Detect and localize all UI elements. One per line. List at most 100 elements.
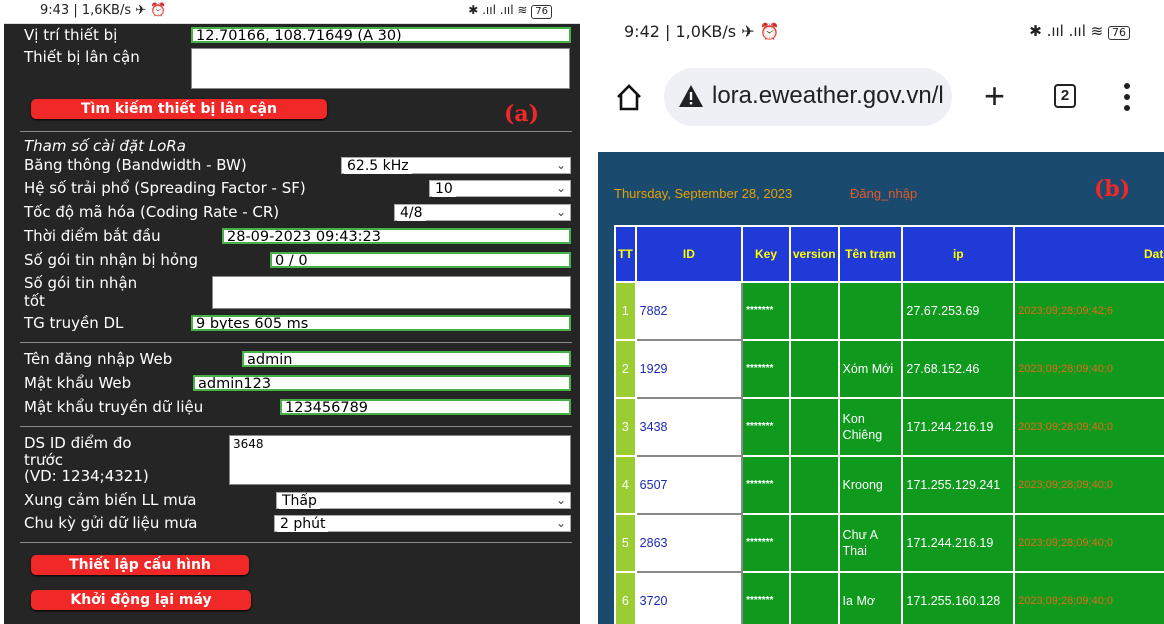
web-password-field[interactable]: admin123 bbox=[193, 375, 571, 391]
home-icon[interactable] bbox=[616, 82, 642, 112]
cell-key: ******* bbox=[741, 513, 791, 573]
battery-icon: 76 bbox=[531, 5, 552, 19]
device-location-label: Vị trí thiết bị bbox=[24, 26, 118, 44]
panel-b-web-portal: 9:42 | 1,0KB/s ✈︎ ⏰ ✱ .ııl .ııl ≋ 76 lor… bbox=[598, 0, 1164, 624]
cell-id[interactable]: 3720 bbox=[634, 571, 744, 624]
good-packets-textarea[interactable] bbox=[212, 276, 571, 309]
bad-packets-field[interactable]: 0 / 0 bbox=[270, 252, 571, 268]
device-location-field[interactable]: 12.70166, 108.71649 (A 30) bbox=[191, 27, 571, 43]
header-col-data: Data bbox=[1013, 225, 1164, 283]
url-bar[interactable]: lora.eweather.gov.vn/l bbox=[664, 68, 952, 126]
cell-version bbox=[788, 281, 840, 341]
login-link[interactable]: Đăng_nhập bbox=[850, 186, 917, 201]
rain-pulse-label: Xung cảm biến LL mưa bbox=[24, 491, 197, 509]
web-username-label: Tên đăng nhập Web bbox=[24, 350, 173, 368]
cell-version bbox=[788, 339, 840, 399]
nearby-devices-textarea[interactable] bbox=[191, 48, 570, 89]
cell-id[interactable]: 2863 bbox=[634, 513, 744, 573]
cell-key: ******* bbox=[741, 571, 791, 624]
cell-tt: 6 bbox=[614, 571, 637, 624]
status-time: 9:43 | 1,6KB/s ✈︎ ⏰ bbox=[40, 3, 167, 18]
header-col-key: Key bbox=[741, 225, 791, 283]
table-row: 6 3720 ******* Ia Mơ 171.255.160.128 2023;09;… bbox=[614, 571, 1164, 624]
bandwidth-select[interactable]: 62.5 kHz ⌄ bbox=[341, 157, 571, 174]
status-icons: ✱ .ııl .ııl ≋ 76 bbox=[1029, 22, 1130, 40]
coding-rate-select[interactable]: 4/8 ⌄ bbox=[394, 204, 571, 221]
station-table: TTIDKeyversionTên trạmipData 17882******… bbox=[614, 225, 1164, 624]
cell-station-name: Kon Chiêng bbox=[837, 397, 904, 457]
cell-station-name bbox=[837, 281, 904, 341]
station-list-label-line3: (VD: 1234;4321) bbox=[24, 467, 149, 485]
apply-config-button[interactable]: Thiết lập cấu hình bbox=[31, 555, 249, 575]
warning-icon bbox=[678, 84, 704, 108]
cell-tt: 5 bbox=[614, 513, 637, 573]
start-time-field[interactable]: 28-09-2023 09:43:23 bbox=[222, 228, 571, 244]
cell-key: ******* bbox=[741, 339, 791, 399]
bandwidth-label: Băng thông (Bandwidth - BW) bbox=[24, 156, 247, 174]
divider bbox=[20, 542, 572, 543]
panel-b-tag: (b) bbox=[1094, 176, 1131, 202]
table-row: 5 2863 ******* Chư A Thai 171.244.216.19 2023… bbox=[614, 513, 1164, 573]
chevron-down-icon: ⌄ bbox=[555, 516, 566, 530]
more-menu-icon[interactable] bbox=[1122, 82, 1132, 112]
station-list-textarea[interactable]: 3648 bbox=[229, 435, 571, 485]
header-col-id: ID bbox=[634, 225, 744, 283]
cell-data: 2023;09;28;09;42;6 bbox=[1013, 281, 1164, 341]
cell-data: 2023;09;28;09;40;0 bbox=[1013, 571, 1164, 624]
new-tab-icon[interactable]: + bbox=[984, 78, 1005, 114]
data-password-field[interactable]: 123456789 bbox=[280, 399, 571, 415]
cell-ip: 171.244.216.19 bbox=[901, 513, 1016, 573]
header-col-ip: ip bbox=[901, 225, 1016, 283]
cell-version bbox=[788, 513, 840, 573]
cell-id[interactable]: 7882 bbox=[634, 281, 744, 341]
rain-interval-select[interactable]: 2 phút ⌄ bbox=[274, 515, 571, 532]
browser-chrome: 9:42 | 1,0KB/s ✈︎ ⏰ ✱ .ııl .ııl ≋ 76 lor… bbox=[598, 0, 1164, 152]
cell-tt: 1 bbox=[614, 281, 637, 341]
rain-pulse-select[interactable]: Thấp ⌄ bbox=[276, 492, 571, 509]
data-password-label: Mật khẩu truyền dữ liệu bbox=[24, 398, 204, 416]
cell-data: 2023;09;28;09;40;0 bbox=[1013, 339, 1164, 399]
cell-ip: 171.255.160.128 bbox=[901, 571, 1016, 624]
transmit-time-field[interactable]: 9 bytes 605 ms bbox=[191, 315, 571, 331]
transmit-time-label: TG truyền DL bbox=[24, 314, 124, 332]
spreading-factor-label: Hệ số trải phổ (Spreading Factor - SF) bbox=[24, 179, 306, 197]
station-list-label-line1: DS ID điểm đo bbox=[24, 434, 132, 452]
cell-station-name: Xóm Mới bbox=[837, 339, 904, 399]
search-nearby-button[interactable]: Tìm kiếm thiết bị lân cận bbox=[31, 99, 327, 119]
table-row: 3 3438 ******* Kon Chiêng 171.244.216.19 2023… bbox=[614, 397, 1164, 457]
chevron-down-icon: ⌄ bbox=[555, 158, 566, 172]
cell-version bbox=[788, 397, 840, 457]
web-username-field[interactable]: admin bbox=[242, 351, 571, 367]
tab-count-button[interactable]: 2 bbox=[1054, 84, 1076, 108]
divider bbox=[20, 342, 572, 343]
panel-a-tag: (a) bbox=[504, 101, 540, 127]
cell-key: ******* bbox=[741, 397, 791, 457]
url-text: lora.eweather.gov.vn/l bbox=[712, 82, 944, 109]
cell-ip: 27.67.253.69 bbox=[901, 281, 1016, 341]
cell-version bbox=[788, 571, 840, 624]
cell-ip: 27.68.152.46 bbox=[901, 339, 1016, 399]
station-table-wrap: TTIDKeyversionTên trạmipData 17882******… bbox=[614, 225, 1164, 624]
divider bbox=[20, 131, 572, 132]
cell-data: 2023;09;28;09;40;0 bbox=[1013, 397, 1164, 457]
table-header: TTIDKeyversionTên trạmipData bbox=[614, 225, 1164, 283]
lora-settings-heading: Tham số cài đặt LoRa bbox=[24, 137, 186, 155]
spreading-factor-select[interactable]: 10 ⌄ bbox=[429, 180, 571, 197]
cell-tt: 4 bbox=[614, 455, 637, 515]
bad-packets-label: Số gói tin nhận bị hỏng bbox=[24, 251, 199, 269]
cell-key: ******* bbox=[741, 281, 791, 341]
coding-rate-label: Tốc độ mã hóa (Coding Rate - CR) bbox=[24, 203, 280, 221]
battery-icon: 76 bbox=[1108, 26, 1130, 40]
chevron-down-icon: ⌄ bbox=[555, 205, 566, 219]
status-icons: ✱ .ııl .ııl ≋ 76 bbox=[468, 3, 552, 19]
good-packets-label-line2: tốt bbox=[24, 292, 45, 310]
cell-key: ******* bbox=[741, 455, 791, 515]
restart-device-button[interactable]: Khởi động lại máy bbox=[31, 590, 251, 610]
current-date: Thursday, September 28, 2023 bbox=[614, 186, 793, 201]
cell-station-name: Ia Mơ bbox=[837, 571, 904, 624]
cell-id[interactable]: 3438 bbox=[634, 397, 744, 457]
cell-id[interactable]: 6507 bbox=[634, 455, 744, 515]
divider bbox=[20, 426, 572, 427]
cell-id[interactable]: 1929 bbox=[634, 339, 744, 399]
cell-tt: 3 bbox=[614, 397, 637, 457]
